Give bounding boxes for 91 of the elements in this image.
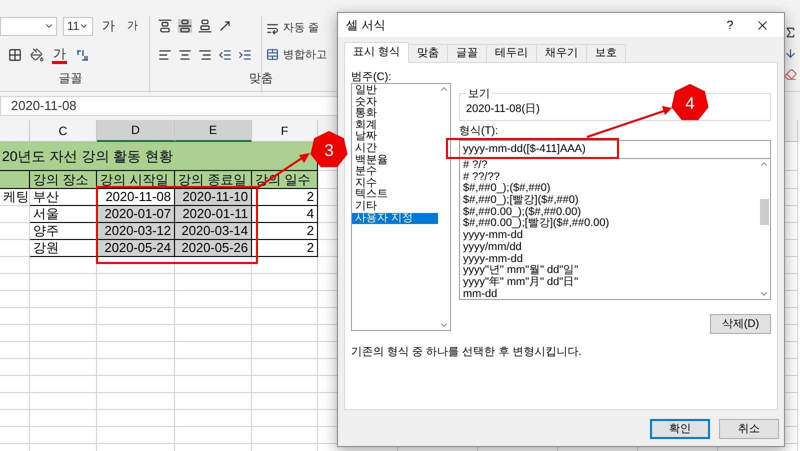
table-cell: 2020-11-10 (175, 189, 252, 206)
group-label: 맞춤 (249, 70, 273, 87)
description-text: 기존의 형식 중 하나를 선택한 후 변형시킵니다. (351, 345, 582, 360)
scrollbar[interactable] (758, 159, 770, 299)
tab[interactable]: 보호 (586, 44, 626, 63)
table-cell: 2020-03-14 (175, 223, 252, 240)
font-size-field[interactable]: 11 (63, 16, 93, 36)
preview-text: 2020-11-08(日) (466, 102, 540, 117)
format-item[interactable]: $#,##0_);($#,##0) (463, 183, 758, 196)
format-item[interactable]: mm-dd (463, 288, 758, 300)
tab[interactable]: 표시 형식 (344, 42, 410, 63)
header-cell: 강의 장소 (30, 171, 97, 189)
align-center-icon[interactable] (178, 48, 192, 62)
grow-font-button[interactable]: 가 (99, 16, 118, 36)
wrap-text-icon[interactable] (266, 22, 279, 35)
format-item[interactable]: $#,##0.00_);($#,##0.00) (463, 206, 758, 218)
bottom-align-icon[interactable] (198, 19, 212, 33)
table-cell: 2020-05-26 (175, 240, 252, 257)
category-label: 범주(C): (351, 70, 392, 83)
column-header[interactable]: E (175, 120, 252, 142)
group-label: 글꼴 (58, 70, 82, 87)
fill-color-icon[interactable] (30, 48, 44, 62)
format-item[interactable]: yyyy/mm/dd (463, 242, 758, 254)
eraser-icon[interactable] (784, 68, 797, 81)
decrease-indent-icon[interactable] (218, 48, 232, 62)
category-list[interactable]: 일반 숫자 통화 회계 날짜 시간 백분율 분수 지수 텍스트 기타 사용자 지정 (351, 83, 451, 331)
top-align-icon[interactable] (158, 19, 172, 33)
format-item[interactable]: yyyy"년" mm"월" dd"일" (463, 265, 758, 277)
category-item[interactable]: 백분율 (352, 154, 438, 166)
format-item[interactable]: $#,##0_);[빨강]($#,##0) (463, 195, 758, 207)
format-item[interactable]: # ?/? (463, 160, 758, 172)
wrap-text-button[interactable]: 자동 줄 (283, 20, 320, 36)
shrink-font-button[interactable]: 가 (124, 18, 141, 34)
merge-icon[interactable] (266, 48, 279, 62)
phonetic-guide-icon[interactable] (75, 48, 89, 62)
delete-button[interactable]: 삭제(D) (710, 314, 771, 334)
scrollbar[interactable] (438, 84, 450, 330)
table-cell: 2020-03-12 (97, 223, 175, 240)
scroll-thumb[interactable] (760, 199, 768, 225)
orientation-icon[interactable] (218, 19, 232, 33)
table-cell: 2 (252, 240, 318, 257)
category-item[interactable]: 기타 (352, 200, 438, 213)
category-item[interactable]: 사용자 지정 (352, 212, 438, 224)
table-cell: 양주 (30, 223, 97, 240)
category-item[interactable]: 통화 (352, 108, 438, 120)
table-cell: 2 (252, 189, 318, 206)
formula-bar[interactable]: 2020-11-08 (0, 96, 340, 116)
table-cell: 2020-01-11 (175, 206, 252, 223)
cancel-button[interactable]: 취소 (719, 419, 779, 439)
fill-icon[interactable] (784, 47, 797, 60)
table-cell: 2 (252, 223, 318, 240)
column-header[interactable]: D (97, 120, 175, 142)
window-title: 셀 서식 (346, 17, 386, 34)
header-cell (0, 171, 30, 189)
title-cell: 20년도 자선 강의 활동 현황 (0, 142, 318, 171)
format-item[interactable]: # ??/?? (463, 172, 758, 184)
category-item[interactable]: 회계 (352, 120, 438, 132)
table-cell: 2020-11-08 (97, 189, 175, 206)
category-item[interactable]: 분수 (352, 166, 438, 178)
format-item[interactable]: $#,##0.00_);[빨강]($#,##0.00) (463, 218, 758, 230)
table-cell: 4 (252, 206, 318, 223)
category-item[interactable]: 지수 (352, 178, 438, 190)
table-cell: 2020-05-24 (97, 240, 175, 257)
table-cell: 부산 (30, 189, 97, 206)
category-item[interactable]: 시간 (352, 142, 438, 155)
merge-button[interactable]: 병합하고 (283, 46, 327, 63)
category-item[interactable]: 날짜 (352, 131, 438, 143)
format-item[interactable]: yyyy-mm-dd (463, 254, 758, 266)
step-badge: 4 (672, 84, 708, 120)
sum-icon[interactable] (784, 26, 797, 39)
align-left-icon[interactable] (158, 48, 172, 62)
increase-indent-icon[interactable] (238, 48, 252, 62)
ok-button[interactable]: 확인 (650, 419, 710, 439)
step-badge: 3 (310, 131, 348, 168)
format-list[interactable]: # ?/? # ??/?? $#,##0_);($#,##0) $#,##0_);[빨강]($#,##0) $#,##0.00_);($#,##0.00) $#,##0.00_);[빨강]($#,##0.00) yyyy-mm-dd yyyy/mm/dd yyyy-mm-dd yyyy"년" mm"월" dd"일" yyyy"年" mm"月" dd"日" mm-dd (459, 159, 771, 300)
font-color-button[interactable]: 가 (52, 46, 67, 64)
align-right-icon[interactable] (198, 48, 212, 62)
format-input[interactable]: yyyy-mm-dd([$-411]AAA) (459, 140, 771, 159)
category-item[interactable]: 숫자 (352, 96, 438, 108)
middle-align-icon[interactable] (178, 19, 192, 33)
format-item[interactable]: yyyy-mm-dd (463, 230, 758, 242)
format-label: 형식(T): (459, 125, 498, 137)
category-item[interactable]: 텍스트 (352, 189, 438, 201)
table-cell: 서울 (30, 206, 97, 223)
help-button[interactable]: ? (715, 16, 745, 34)
format-item[interactable]: yyyy"年" mm"月" dd"日" (463, 276, 758, 289)
table-cell: 2020-01-07 (97, 206, 175, 223)
borders-icon[interactable] (8, 48, 22, 62)
category-item[interactable]: 일반 (352, 85, 438, 97)
font-name-field[interactable] (0, 16, 57, 36)
table-cell: 강원 (30, 240, 97, 257)
